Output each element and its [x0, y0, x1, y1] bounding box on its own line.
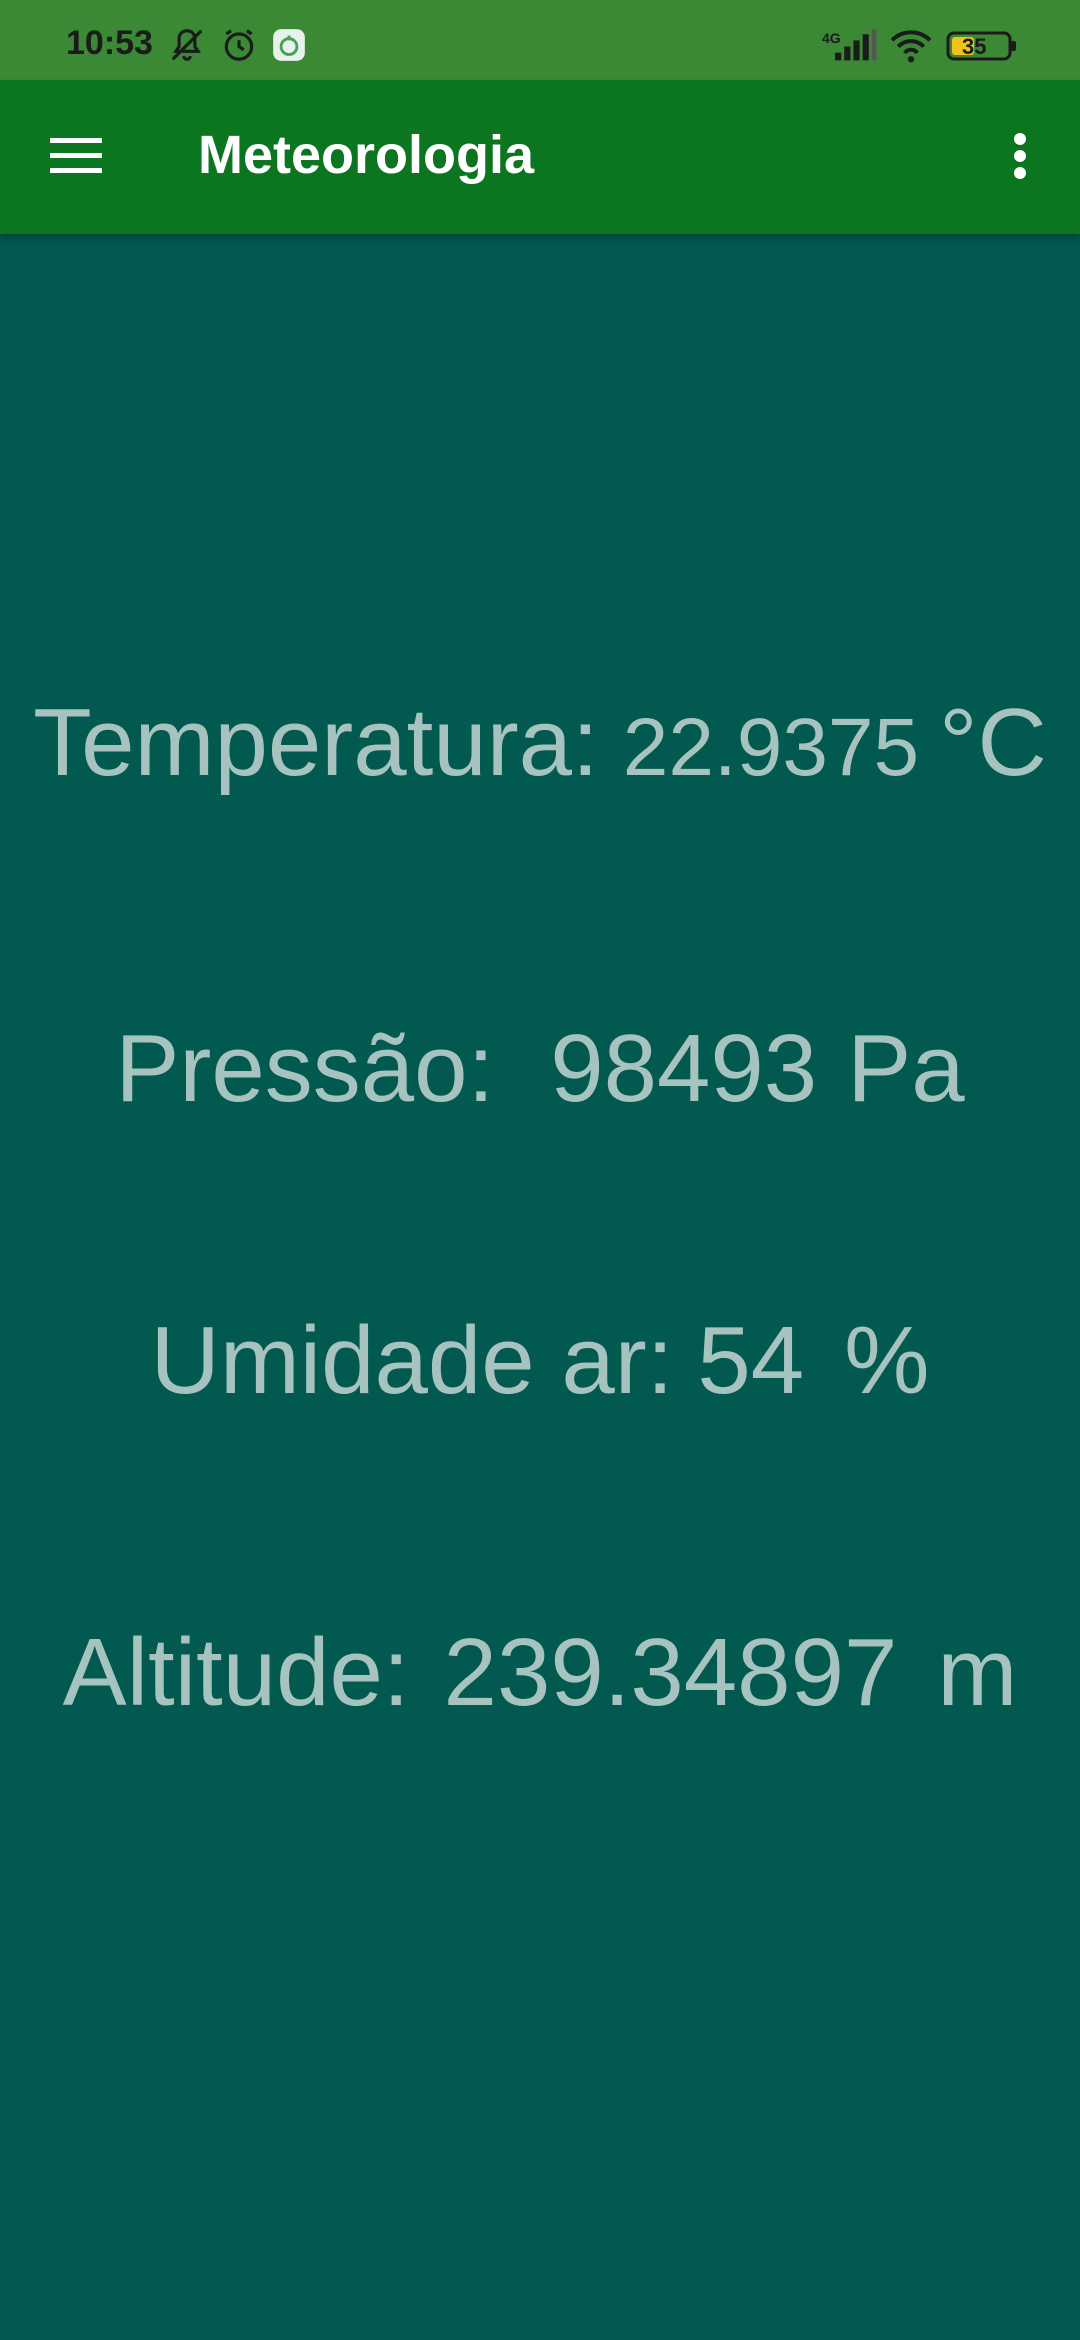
temperature-unit: °C	[939, 689, 1047, 796]
temperature-reading: Temperatura: 22.9375 °C	[0, 688, 1080, 798]
wifi-icon	[888, 26, 934, 64]
temperature-label: Temperatura:	[33, 689, 599, 796]
battery-level: 35	[962, 34, 987, 59]
alarm-icon	[220, 26, 258, 64]
app-bar: Meteorologia	[0, 80, 1080, 234]
signal-icon	[832, 26, 878, 64]
readings-panel: Temperatura: 22.9375 °C Pressão: 98493 P…	[0, 234, 1080, 2340]
humidity-reading: Umidade ar: 54 %	[0, 1306, 1080, 1416]
app-title: Meteorologia	[198, 125, 535, 185]
status-time: 10:53	[66, 24, 153, 62]
pressure-value: 98493	[550, 1015, 818, 1122]
more-vert-icon	[1013, 132, 1027, 185]
humidity-label: Umidade ar:	[150, 1307, 674, 1414]
mute-icon	[168, 26, 206, 64]
hamburger-menu-button[interactable]	[36, 122, 116, 194]
app-notification-icon	[270, 26, 308, 64]
altitude-label: Altitude:	[62, 1619, 410, 1726]
altitude-reading: Altitude: 239.34897 m	[0, 1618, 1080, 1728]
humidity-value: 54	[697, 1307, 805, 1414]
temperature-value: 22.9375	[622, 702, 920, 793]
humidity-unit: %	[844, 1307, 930, 1414]
status-bar: 10:53 4G 35	[0, 0, 1080, 80]
pressure-unit: Pa	[847, 1015, 965, 1122]
pressure-reading: Pressão: 98493 Pa	[0, 1014, 1080, 1124]
hamburger-menu-icon	[50, 136, 102, 181]
overflow-menu-button[interactable]	[990, 122, 1050, 194]
pressure-label: Pressão:	[115, 1015, 495, 1122]
altitude-value: 239.34897	[443, 1619, 898, 1726]
altitude-unit: m	[937, 1619, 1018, 1726]
